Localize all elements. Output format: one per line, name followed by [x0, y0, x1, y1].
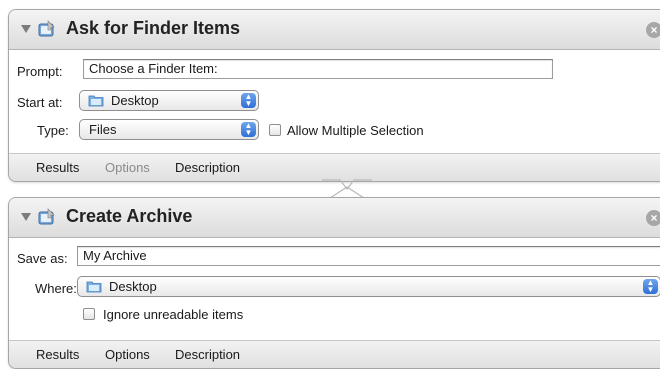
start-at-popup[interactable]: Desktop ▲ ▼ [79, 90, 259, 111]
start-at-value: Desktop [111, 93, 159, 108]
action-footer: Results Options Description [9, 340, 660, 368]
where-label: Where: [35, 281, 77, 296]
action-ask-for-finder-items: Ask for Finder Items × Prompt: Choose a … [8, 9, 660, 182]
start-at-label: Start at: [17, 95, 63, 110]
save-as-label: Save as: [17, 251, 68, 266]
allow-multiple-label: Allow Multiple Selection [287, 123, 424, 138]
prompt-label: Prompt: [17, 64, 63, 79]
close-icon[interactable]: × [646, 210, 660, 226]
action-title: Ask for Finder Items [66, 18, 241, 38]
popup-arrows-icon: ▲ ▼ [643, 279, 658, 294]
folder-icon [88, 95, 104, 107]
save-as-input[interactable]: My Archive [77, 246, 660, 266]
automator-finder-icon [38, 20, 55, 37]
automator-finder-icon [38, 208, 55, 225]
action-create-archive: Create Archive × Save as: My Archive Whe… [8, 197, 660, 369]
tab-description[interactable]: Description [175, 347, 240, 362]
tab-results[interactable]: Results [36, 160, 79, 175]
folder-icon [86, 281, 102, 293]
where-value: Desktop [109, 279, 157, 294]
action-title: Create Archive [66, 206, 193, 226]
prompt-input[interactable]: Choose a Finder Item: [83, 59, 553, 79]
action-footer: Results Options Description [9, 153, 660, 181]
ignore-unreadable-checkbox[interactable] [83, 308, 95, 320]
popup-arrows-icon: ▲ ▼ [241, 122, 256, 137]
action-header: Create Archive × [9, 198, 660, 238]
action-connector [322, 179, 372, 199]
tab-options[interactable]: Options [105, 347, 150, 362]
where-popup[interactable]: Desktop ▲ ▼ [77, 276, 660, 297]
disclosure-triangle-icon[interactable] [21, 25, 31, 33]
tab-options[interactable]: Options [105, 160, 150, 175]
popup-arrows-icon: ▲ ▼ [241, 93, 256, 108]
close-icon[interactable]: × [646, 22, 660, 38]
disclosure-triangle-icon[interactable] [21, 213, 31, 221]
type-popup[interactable]: Files ▲ ▼ [79, 119, 259, 140]
ignore-unreadable-label: Ignore unreadable items [103, 307, 244, 322]
tab-description[interactable]: Description [175, 160, 240, 175]
type-value: Files [89, 122, 117, 137]
tab-results[interactable]: Results [36, 347, 79, 362]
allow-multiple-checkbox[interactable] [269, 124, 281, 136]
action-header: Ask for Finder Items × [9, 10, 660, 50]
type-label: Type: [37, 123, 69, 138]
